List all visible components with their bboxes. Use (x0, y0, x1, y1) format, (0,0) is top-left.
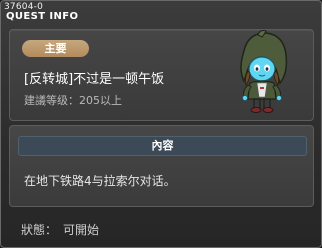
quest-type-badge: 主要 (22, 40, 89, 57)
quest-info-window: 37604-0 QUEST INFO 主要 [反转城]不过是一顿午饭 建議等级：… (0, 0, 322, 248)
quest-description: 在地下铁路4与拉索尔对话。 (24, 174, 176, 188)
level-requirement: 建議等级：205以上 (24, 94, 122, 107)
window-title: QUEST INFO (6, 11, 79, 22)
quest-name: [反转城]不过是一顿午饭 (24, 72, 165, 87)
content-section-header: 內容 (18, 136, 307, 156)
quest-status: 狀態： 可開始 (21, 221, 105, 238)
npc-character-icon (240, 30, 288, 113)
status-label: 狀態： (21, 223, 58, 237)
status-value: 可開始 (63, 223, 100, 237)
quest-content-panel: 內容 在地下铁路4与拉索尔对话。 (9, 125, 314, 207)
